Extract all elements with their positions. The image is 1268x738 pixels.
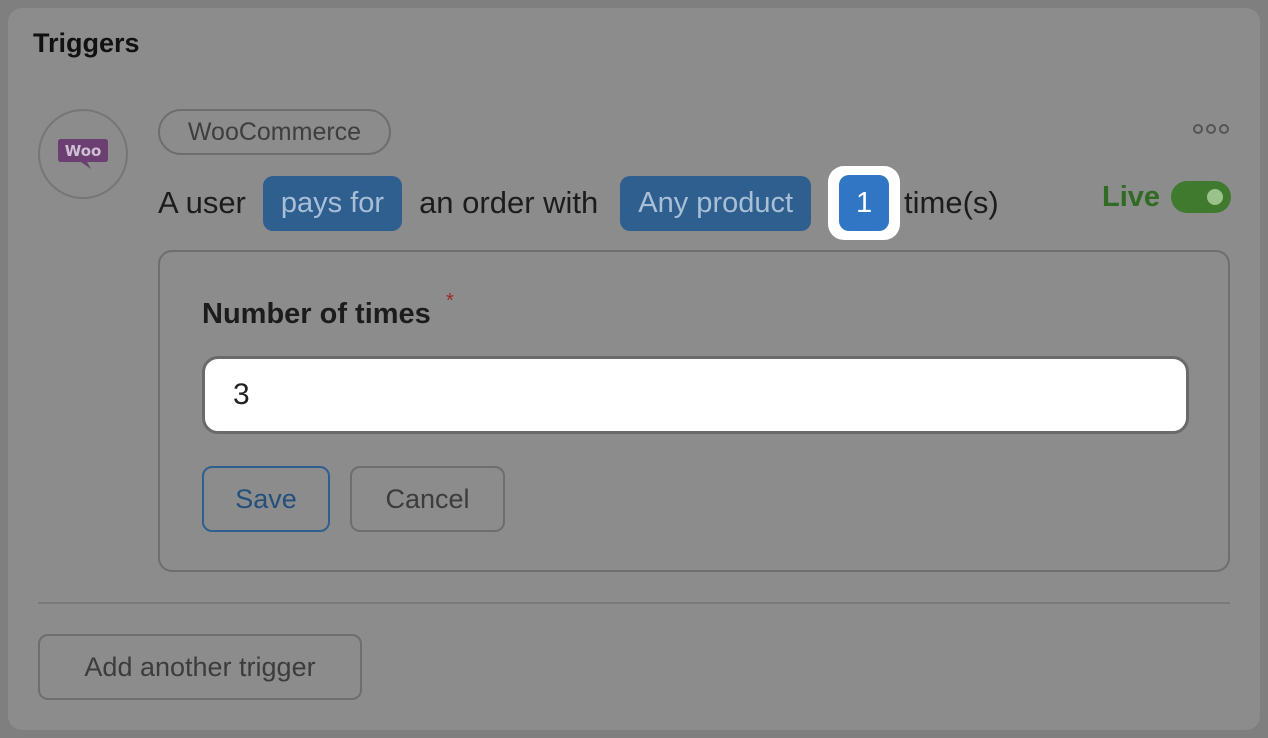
required-asterisk: *	[446, 290, 454, 312]
woocommerce-avatar: Woo	[38, 109, 128, 199]
integration-chip[interactable]: WooCommerce	[158, 109, 391, 155]
more-options-icon[interactable]	[1193, 124, 1229, 134]
live-status: Live	[1102, 178, 1232, 216]
sentence-middle: an order with	[419, 185, 599, 220]
count-pill[interactable]: 1	[839, 175, 890, 231]
sentence-suffix: time(s)	[904, 185, 999, 220]
save-button[interactable]: Save	[202, 466, 330, 532]
add-trigger-button[interactable]: Add another trigger	[38, 634, 362, 700]
number-of-times-input[interactable]	[202, 356, 1189, 434]
section-title: Triggers	[33, 28, 140, 58]
sentence-prefix: A user	[158, 185, 246, 220]
count-highlight: 1	[828, 166, 901, 240]
svg-text:Woo: Woo	[65, 142, 102, 160]
live-toggle[interactable]	[1171, 181, 1232, 213]
woocommerce-icon: Woo	[58, 139, 108, 169]
divider	[38, 602, 1230, 604]
product-pill[interactable]: Any product	[620, 175, 812, 231]
live-label: Live	[1102, 180, 1161, 213]
action-pill[interactable]: pays for	[262, 175, 403, 231]
count-editor: Number of times * Save Cancel	[158, 250, 1230, 572]
number-of-times-label: Number of times	[202, 298, 431, 330]
cancel-button[interactable]: Cancel	[350, 466, 505, 532]
toggle-knob	[1207, 189, 1224, 205]
trigger-sentence: A user pays for an order with Any produc…	[158, 166, 999, 240]
